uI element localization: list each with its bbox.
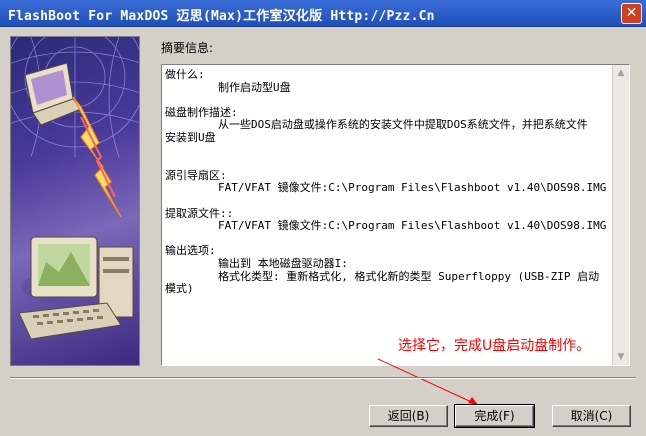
wizard-window: 摘要信息: 做什么: 制作启动型U盘 磁盘制作描述: 从一些DOS启动盘或操作系… bbox=[0, 27, 646, 436]
vertical-scrollbar[interactable]: ▲ ▼ bbox=[612, 65, 629, 365]
annotation-note: 选择它，完成U盘启动盘制作。 bbox=[398, 338, 591, 354]
cancel-button[interactable]: 取消(C) bbox=[552, 405, 631, 427]
button-divider bbox=[10, 377, 636, 379]
summary-label: 摘要信息: bbox=[161, 41, 214, 55]
close-icon: ✕ bbox=[625, 5, 638, 21]
scroll-down-arrow-icon[interactable]: ▼ bbox=[613, 349, 629, 365]
window-title: FlashBoot For MaxDOS 迈思(Max)工作室汉化版 Http:… bbox=[8, 9, 435, 24]
finish-button[interactable]: 完成(F) bbox=[454, 404, 535, 428]
summary-textarea[interactable]: 做什么: 制作启动型U盘 磁盘制作描述: 从一些DOS启动盘或操作系统的安装文件… bbox=[161, 64, 630, 366]
annotation-arrow bbox=[377, 358, 479, 406]
wizard-side-image bbox=[10, 36, 140, 366]
back-button[interactable]: 返回(B) bbox=[369, 405, 448, 427]
close-button[interactable]: ✕ bbox=[621, 3, 642, 24]
title-bar[interactable]: FlashBoot For MaxDOS 迈思(Max)工作室汉化版 Http:… bbox=[0, 0, 646, 27]
scroll-up-arrow-icon[interactable]: ▲ bbox=[613, 65, 629, 81]
summary-content: 做什么: 制作启动型U盘 磁盘制作描述: 从一些DOS启动盘或操作系统的安装文件… bbox=[165, 68, 607, 296]
computer-illustration-icon bbox=[11, 37, 139, 340]
